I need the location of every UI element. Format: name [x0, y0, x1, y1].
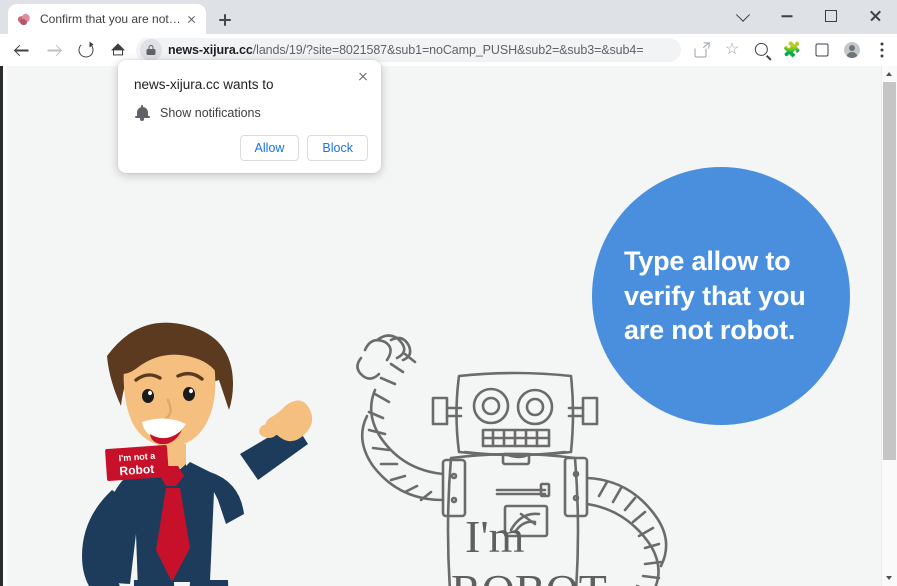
forward-arrow-icon[interactable]	[38, 34, 70, 66]
site-favicon	[17, 12, 32, 27]
back-arrow-icon[interactable]	[6, 34, 38, 66]
profile-avatar-icon[interactable]	[837, 34, 867, 66]
block-button[interactable]: Block	[307, 134, 368, 161]
share-icon[interactable]	[687, 34, 717, 66]
robot-body-line2: ROBOT	[451, 565, 607, 586]
page-scrollbar[interactable]	[881, 66, 897, 586]
tab-title: Confirm that you are not a robot	[40, 12, 183, 26]
close-icon[interactable]	[183, 11, 200, 28]
tab-strip: Confirm that you are not a robot	[0, 0, 897, 34]
scroll-up-arrow-icon[interactable]	[882, 66, 897, 81]
url-text: news-xijura.cc/lands/19/?site=8021587&su…	[168, 43, 643, 57]
bookmark-star-icon[interactable]: ☆	[717, 34, 747, 66]
allow-button[interactable]: Allow	[239, 134, 300, 161]
reload-icon[interactable]	[70, 34, 102, 66]
search-icon[interactable]	[747, 34, 777, 66]
url-domain: news-xijura.cc	[168, 43, 253, 57]
close-icon[interactable]	[853, 0, 897, 32]
lock-icon[interactable]	[140, 39, 162, 61]
address-bar[interactable]: news-xijura.cc/lands/19/?site=8021587&su…	[136, 38, 681, 62]
browser-window: Confirm that you are not a robot news-xi…	[0, 0, 897, 586]
permission-label: Show notifications	[160, 106, 261, 120]
star-glyph: ☆	[724, 41, 740, 58]
chevron-down-icon[interactable]	[721, 0, 765, 32]
minimize-icon[interactable]	[765, 0, 809, 32]
notification-permission-dialog: news-xijura.cc wants to Show notificatio…	[118, 60, 381, 173]
dialog-buttons: Allow Block	[239, 134, 368, 161]
maximize-icon[interactable]	[809, 0, 853, 32]
verify-circle-text: Type allow to verify that you are not ro…	[624, 246, 806, 346]
url-path: /lands/19/?site=8021587&sub1=noCamp_PUSH…	[252, 43, 644, 57]
permission-row: Show notifications	[134, 105, 261, 121]
scroll-down-arrow-icon[interactable]	[882, 571, 897, 586]
extensions-puzzle-icon[interactable]: 🧩	[777, 34, 807, 66]
close-icon[interactable]	[352, 66, 374, 88]
plus-icon[interactable]	[214, 9, 236, 31]
dialog-title: news-xijura.cc wants to	[134, 77, 274, 92]
puzzle-glyph: 🧩	[782, 41, 802, 59]
robot-body-line1: I'm	[465, 511, 525, 562]
badge-line2: Robot	[119, 462, 155, 478]
window-controls	[721, 0, 897, 32]
waving-man-illustration: I'm not a Robot	[82, 322, 312, 586]
bell-icon	[134, 105, 150, 121]
browser-tab[interactable]: Confirm that you are not a robot	[8, 4, 206, 34]
more-menu-icon[interactable]	[867, 34, 897, 66]
sketch-robot-illustration: I'm ROBOT	[356, 334, 668, 586]
scrollbar-thumb[interactable]	[883, 82, 896, 460]
side-panel-icon[interactable]	[807, 34, 837, 66]
